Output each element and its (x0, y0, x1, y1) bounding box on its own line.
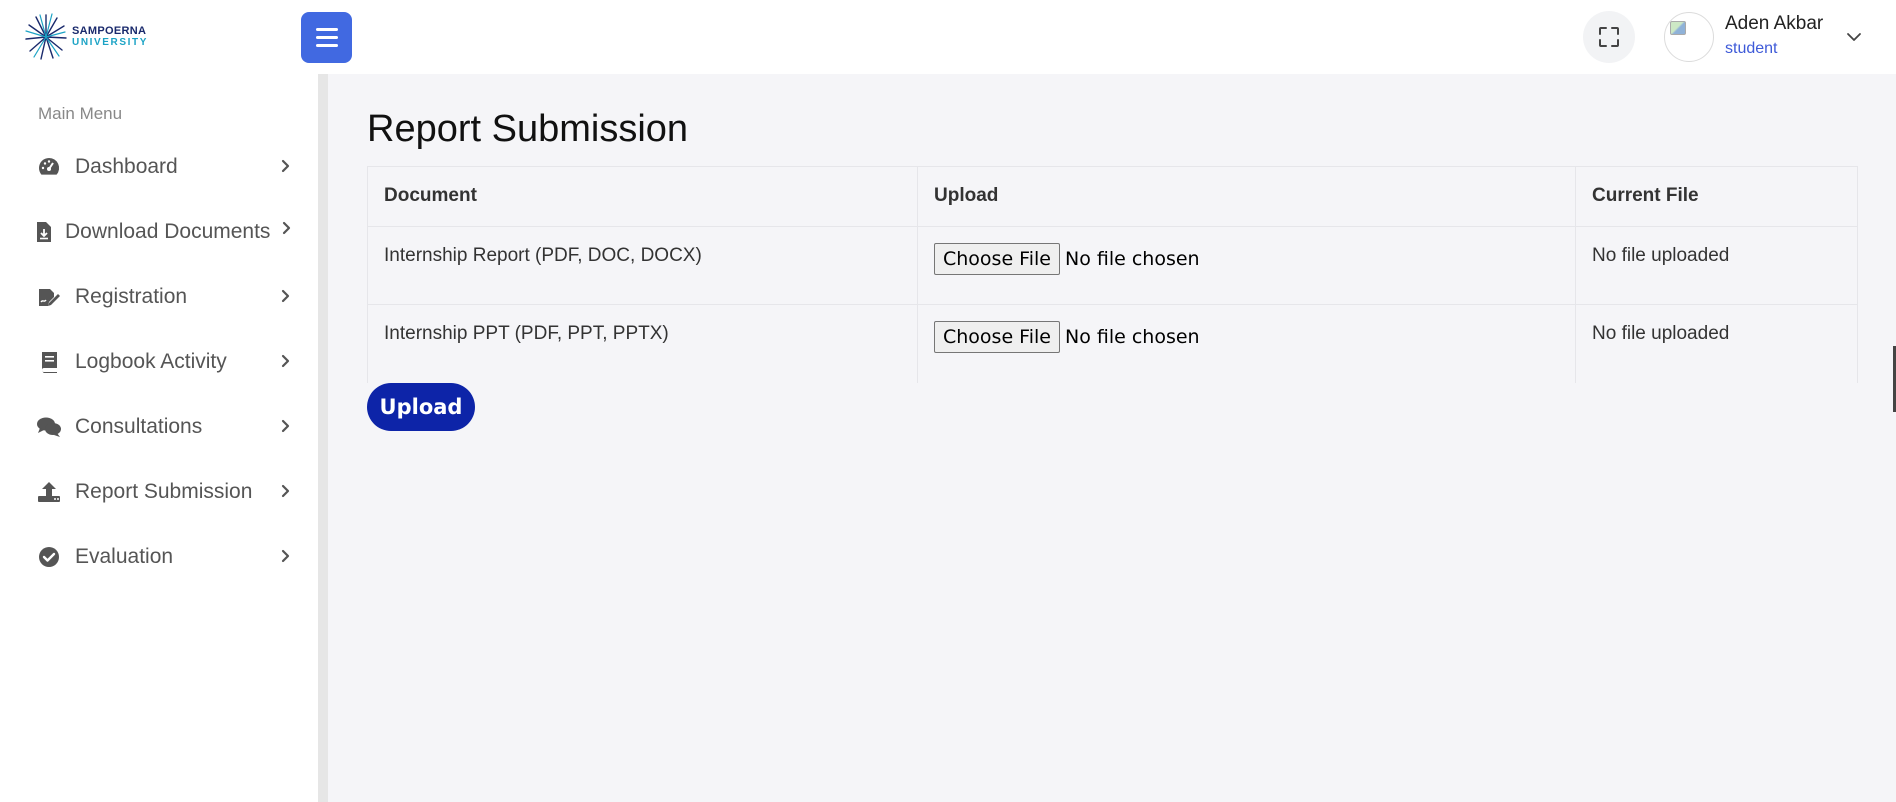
hamburger-icon (315, 28, 338, 31)
chosen-file-text: No file chosen (1064, 248, 1200, 270)
chevron-down-icon[interactable] (1846, 30, 1862, 44)
document-name: Internship PPT (PDF, PPT, PPTX) (367, 304, 918, 383)
comments-icon (36, 414, 62, 440)
sidebar-item-label: Download Documents (65, 220, 271, 243)
document-name: Internship Report (PDF, DOC, DOCX) (367, 226, 918, 305)
sidebar-item-consultations[interactable]: Consultations (36, 407, 296, 447)
page-title: Report Submission (367, 108, 689, 150)
file-input[interactable]: Choose File No file chosen (934, 321, 1559, 353)
sidebar-item-label: Registration (75, 285, 188, 308)
sidebar-item-label: Report Submission (75, 480, 253, 503)
sidebar-item-download-documents[interactable]: Download Documents (36, 212, 296, 252)
upload-button[interactable]: Upload (367, 383, 475, 431)
chosen-file-text: No file chosen (1064, 326, 1200, 348)
choose-file-button[interactable]: Choose File (934, 243, 1060, 275)
logo-line-2: UNIVERSITY (72, 37, 149, 48)
chevron-right-icon (282, 221, 291, 235)
menu-toggle-button[interactable] (301, 12, 352, 63)
top-header: SAMPOERNA UNIVERSITY Aden Akbar student (0, 0, 1896, 74)
user-role: student (1725, 40, 1778, 57)
upload-icon (36, 479, 62, 505)
current-file: No file uploaded (1575, 226, 1858, 305)
file-download-icon (36, 219, 52, 245)
table-row: Internship Report (PDF, DOC, DOCX) Choos… (367, 226, 1858, 305)
sidebar-item-logbook-activity[interactable]: Logbook Activity (36, 342, 296, 382)
sidebar-item-label: Logbook Activity (75, 350, 227, 373)
table-header-row: Document Upload Current File (367, 166, 1858, 227)
check-circle-icon (36, 544, 62, 570)
hamburger-icon-line (315, 36, 338, 39)
fullscreen-icon (1599, 27, 1619, 47)
logo-line-1: SAMPOERNA (72, 25, 147, 37)
column-header-document: Document (367, 166, 918, 227)
chevron-right-icon (281, 354, 290, 368)
sidebar-item-dashboard[interactable]: Dashboard (36, 147, 296, 187)
sidebar-item-report-submission[interactable]: Report Submission (36, 472, 296, 512)
sidebar-item-registration[interactable]: Registration (36, 277, 296, 317)
chevron-right-icon (281, 419, 290, 433)
chevron-right-icon (281, 289, 290, 303)
current-file: No file uploaded (1575, 304, 1858, 383)
logo-wordmark: SAMPOERNA UNIVERSITY (72, 25, 149, 49)
avatar[interactable] (1664, 12, 1714, 62)
chevron-right-icon (281, 549, 290, 563)
sidebar-section-title: Main Menu (38, 104, 123, 123)
table-row: Internship PPT (PDF, PPT, PPTX) Choose F… (367, 304, 1858, 383)
hamburger-icon-line (315, 44, 338, 47)
sidebar-scrollbar[interactable] (318, 74, 328, 802)
chevron-right-icon (281, 484, 290, 498)
choose-file-button[interactable]: Choose File (934, 321, 1060, 353)
gauge-icon (36, 154, 62, 180)
book-icon (36, 349, 62, 375)
column-header-upload: Upload (917, 166, 1576, 227)
sidebar-item-label: Evaluation (75, 545, 174, 568)
university-logo[interactable]: SAMPOERNA UNIVERSITY (24, 12, 148, 62)
sidebar-item-label: Dashboard (75, 155, 178, 178)
report-table: Document Upload Current File Internship … (367, 166, 1858, 383)
starburst-logo-icon (25, 13, 67, 60)
upload-cell: Choose File No file chosen (917, 226, 1576, 305)
signature-icon (36, 284, 62, 310)
sidebar-item-label: Consultations (75, 415, 203, 438)
file-input[interactable]: Choose File No file chosen (934, 243, 1559, 275)
broken-image-icon (1670, 21, 1686, 35)
fullscreen-button[interactable] (1583, 11, 1635, 63)
user-name[interactable]: Aden Akbar (1725, 13, 1823, 35)
column-header-current-file: Current File (1575, 166, 1858, 227)
chevron-right-icon (281, 159, 290, 173)
sidebar-item-evaluation[interactable]: Evaluation (36, 537, 296, 577)
upload-cell: Choose File No file chosen (917, 304, 1576, 383)
